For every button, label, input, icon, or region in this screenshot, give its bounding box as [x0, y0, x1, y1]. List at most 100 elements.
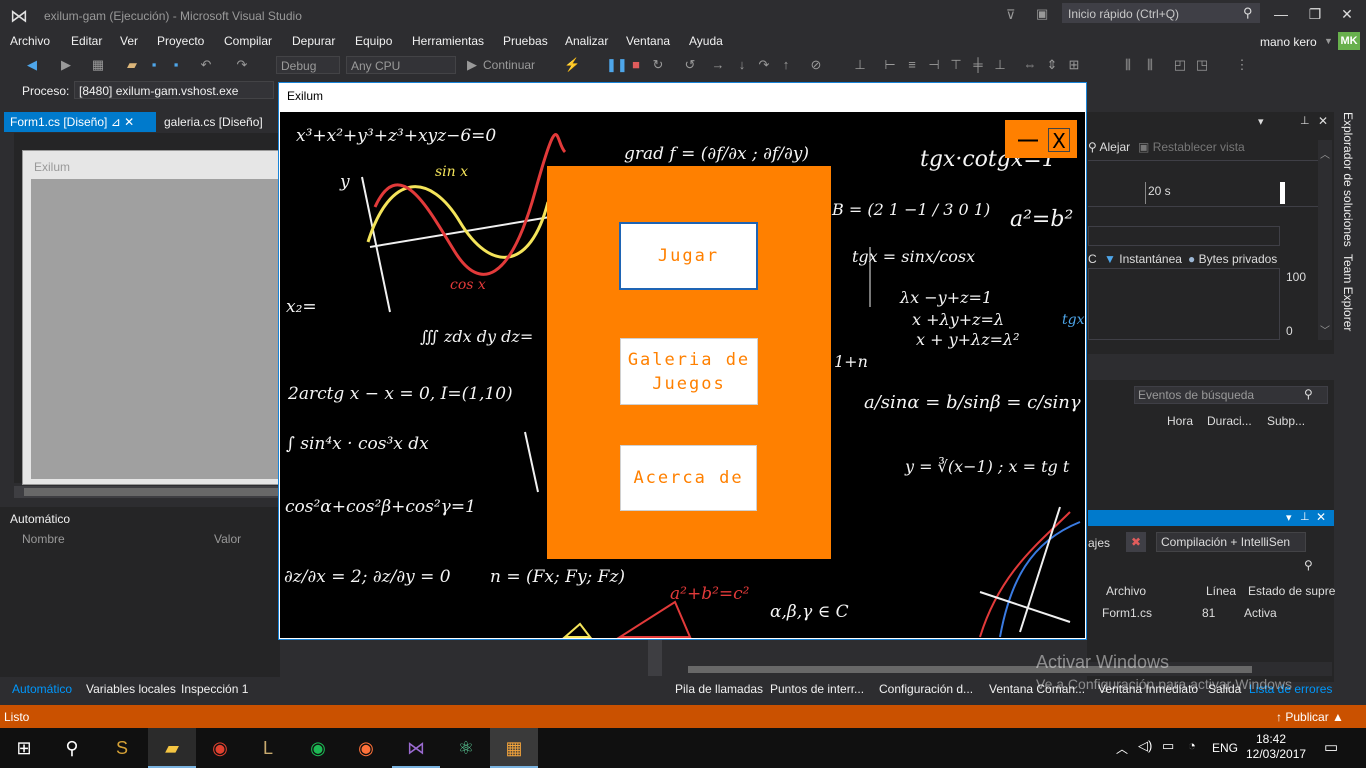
- play-button[interactable]: Jugar: [619, 222, 758, 290]
- error-row-line[interactable]: 81: [1202, 606, 1215, 620]
- about-button[interactable]: Acerca de: [620, 445, 757, 511]
- same-height-icon[interactable]: ⇕: [1044, 57, 1060, 73]
- step-out-icon[interactable]: ↑: [778, 57, 794, 72]
- redo-icon[interactable]: ↷: [234, 57, 250, 73]
- zoom-out-button[interactable]: ⚲ Alejar: [1088, 140, 1130, 154]
- step-into-icon[interactable]: ↓: [734, 57, 750, 72]
- app-close-button[interactable]: X: [1048, 128, 1070, 153]
- toolbar-options-icon[interactable]: ⋮: [1234, 57, 1250, 73]
- pin-icon[interactable]: ⊿: [111, 115, 121, 129]
- feedback-icon[interactable]: ▣: [1036, 6, 1048, 22]
- col-time[interactable]: Hora: [1167, 414, 1193, 428]
- panel-menu-icon[interactable]: ▾: [1258, 115, 1264, 128]
- save-icon[interactable]: ▪: [146, 57, 162, 72]
- show-next-statement-icon[interactable]: ↺: [682, 57, 698, 73]
- close-icon[interactable]: ✕: [1318, 114, 1328, 128]
- menu-analizar[interactable]: Analizar: [565, 34, 608, 48]
- filter-icon[interactable]: ⊽: [1006, 7, 1016, 23]
- messages-label[interactable]: ajes: [1088, 536, 1110, 550]
- menu-pruebas[interactable]: Pruebas: [503, 34, 548, 48]
- menu-equipo[interactable]: Equipo: [355, 34, 392, 48]
- menu-proyecto[interactable]: Proyecto: [157, 34, 204, 48]
- notification-icon[interactable]: ▭: [1324, 738, 1338, 756]
- search-icon[interactable]: ⚲: [1304, 387, 1313, 401]
- wifi-icon[interactable]: ◔: [1188, 738, 1196, 753]
- sublime-text-icon[interactable]: S: [98, 728, 146, 768]
- error-row-file[interactable]: Form1.cs: [1102, 606, 1152, 620]
- same-size-icon[interactable]: ⊞: [1066, 57, 1082, 73]
- continue-button[interactable]: Continuar: [483, 58, 535, 72]
- tab-locals[interactable]: Variables locales: [86, 682, 176, 696]
- quick-launch-input[interactable]: Inicio rápido (Ctrl+Q): [1062, 3, 1260, 23]
- avatar[interactable]: MK: [1338, 32, 1360, 50]
- snapshot-legend[interactable]: ▼ Instantánea: [1104, 252, 1182, 266]
- battery-icon[interactable]: ▭: [1162, 738, 1174, 754]
- process-dropdown[interactable]: [8480] exilum-gam.vshost.exe: [74, 81, 274, 99]
- restart-icon[interactable]: ↻: [650, 57, 666, 73]
- language-indicator[interactable]: ENG: [1212, 741, 1238, 755]
- chevron-down-icon[interactable]: ▼: [1324, 36, 1333, 46]
- menu-archivo[interactable]: Archivo: [10, 34, 50, 48]
- tab-watch1[interactable]: Inspección 1: [181, 682, 248, 696]
- menu-ver[interactable]: Ver: [120, 34, 138, 48]
- platform-dropdown[interactable]: Any CPU: [346, 56, 456, 74]
- tab-form1-design[interactable]: Form1.cs [Diseño] ⊿ ✕: [4, 112, 156, 132]
- menu-editar[interactable]: Editar: [71, 34, 102, 48]
- user-name[interactable]: mano kero: [1260, 35, 1317, 49]
- col-subprocess[interactable]: Subp...: [1267, 414, 1305, 428]
- exilum-app-taskbar-icon[interactable]: ▦: [490, 728, 538, 768]
- menu-herramientas[interactable]: Herramientas: [412, 34, 484, 48]
- reset-view-button[interactable]: ▣ Restablecer vista: [1138, 140, 1245, 154]
- pin-icon[interactable]: ⊥: [852, 57, 868, 73]
- error-row-state[interactable]: Activa: [1244, 606, 1277, 620]
- pause-icon[interactable]: ❚❚: [606, 57, 628, 73]
- publish-button[interactable]: ↑ Publicar ▲: [1276, 710, 1344, 724]
- step-back-icon[interactable]: ↷: [756, 57, 772, 73]
- visual-studio-taskbar-icon[interactable]: ⋈: [392, 728, 440, 768]
- bring-front-icon[interactable]: ◰: [1172, 57, 1188, 73]
- autos-col-name[interactable]: Nombre: [22, 532, 65, 546]
- stop-icon[interactable]: ■: [628, 57, 644, 72]
- align-middle-icon[interactable]: ╪: [970, 57, 986, 72]
- menu-ayuda[interactable]: Ayuda: [689, 34, 723, 48]
- close-icon[interactable]: ✕: [124, 115, 134, 129]
- config-dropdown[interactable]: Debug: [276, 56, 340, 74]
- tab-galeria-design[interactable]: galeria.cs [Diseño]: [158, 112, 278, 132]
- search-icon[interactable]: ⚲: [1304, 558, 1313, 572]
- menu-compilar[interactable]: Compilar: [224, 34, 272, 48]
- breakpoints-icon[interactable]: ⊘: [808, 57, 824, 73]
- panel-menu-icon[interactable]: ▾: [1286, 511, 1292, 524]
- restore-button[interactable]: ❐: [1304, 6, 1326, 23]
- col-state[interactable]: Estado de supre:: [1248, 584, 1339, 598]
- continue-icon[interactable]: ▶: [464, 57, 480, 73]
- pin-icon[interactable]: ⊥: [1300, 114, 1310, 127]
- align-bottom-icon[interactable]: ⊥: [992, 57, 1008, 73]
- app-minimize-button[interactable]: —: [1018, 128, 1038, 152]
- align-top-icon[interactable]: ⊤: [948, 57, 964, 73]
- col-duration[interactable]: Duraci...: [1207, 414, 1252, 428]
- align-right-icon[interactable]: ⊣: [926, 57, 942, 73]
- tab-autos[interactable]: Automático: [12, 682, 72, 696]
- timeline-marker[interactable]: [1280, 182, 1285, 204]
- open-folder-icon[interactable]: ▰: [124, 57, 140, 73]
- pin-icon[interactable]: ⊥: [1300, 510, 1310, 523]
- close-icon[interactable]: ✕: [1316, 510, 1326, 524]
- chevron-up-icon[interactable]: ︿: [1116, 740, 1128, 757]
- designer-form-client[interactable]: [31, 179, 280, 479]
- search-icon[interactable]: ⚲: [1243, 5, 1253, 21]
- clock[interactable]: 18:42 12/03/2017: [1246, 732, 1306, 762]
- build-filter-dropdown[interactable]: Compilación + IntelliSen: [1156, 532, 1306, 552]
- forward-icon[interactable]: ▶: [58, 57, 74, 73]
- tab-breakpoints[interactable]: Puntos de interr...: [770, 682, 864, 696]
- file-explorer-icon[interactable]: ▰: [148, 728, 196, 768]
- league-of-legends-icon[interactable]: L: [244, 728, 292, 768]
- private-bytes-legend[interactable]: ● Bytes privados: [1188, 252, 1277, 266]
- firefox-icon[interactable]: ◉: [342, 728, 390, 768]
- gallery-button[interactable]: Galeria de Juegos: [620, 338, 758, 405]
- windows-start-icon[interactable]: ⊞: [0, 728, 48, 768]
- align-left-icon[interactable]: ⊢: [882, 57, 898, 73]
- chevron-up-icon[interactable]: ︿: [1320, 146, 1330, 161]
- search-events-input[interactable]: Eventos de búsqueda: [1134, 386, 1328, 404]
- designer-hscroll-thumb[interactable]: [24, 488, 280, 496]
- save-all-icon[interactable]: ▪: [168, 57, 184, 72]
